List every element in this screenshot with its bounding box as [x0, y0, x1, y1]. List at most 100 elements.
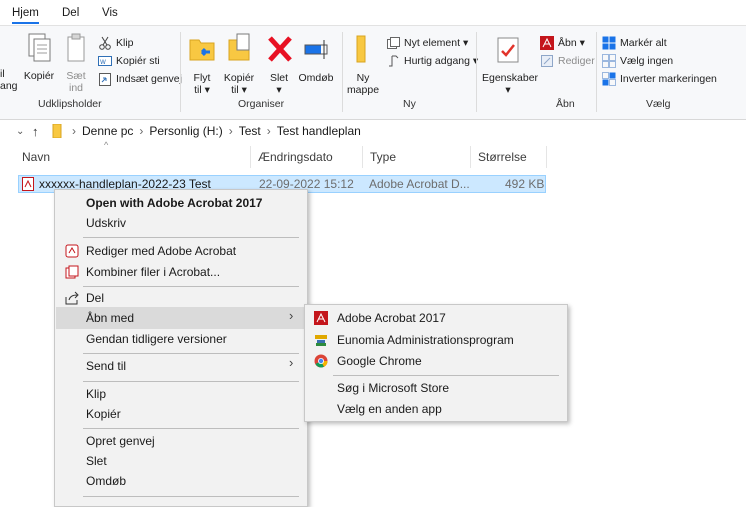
submenu-item-label: Vælg en anden app [337, 402, 442, 416]
chevron-down-icon[interactable]: ⌄ [16, 126, 24, 137]
acrobat-edit-icon [65, 244, 79, 258]
move-to-label-2: til ▾ [194, 84, 210, 96]
move-to-button[interactable]: Flyt til ▾ [188, 32, 216, 96]
tab-hjem[interactable]: Hjem [12, 4, 39, 24]
breadcrumb-item[interactable]: Test [239, 124, 261, 138]
menu-separator [83, 381, 299, 382]
menu-item-label: Klip [86, 387, 107, 401]
invert-selection-icon [602, 72, 616, 86]
menu-item-cut[interactable]: Klip [56, 383, 306, 405]
properties-label-2: ▾ [505, 84, 511, 96]
new-item-label: Nyt element ▾ [404, 37, 469, 49]
menu-item-rename[interactable]: Omdøb [56, 470, 306, 492]
menu-item-delete[interactable]: Slet [56, 450, 306, 472]
file-type: Adobe Acrobat D... [369, 177, 470, 191]
rename-icon [304, 40, 328, 59]
column-divider [546, 146, 547, 168]
folder-icon [52, 123, 62, 141]
new-folder-button[interactable]: Ny mappe [346, 32, 380, 96]
submenu-item-chrome[interactable]: Google Chrome [306, 350, 566, 372]
eunomia-icon [314, 333, 328, 347]
cut-off-button[interactable]: il ang [0, 68, 18, 92]
submenu-item-microsoft-store[interactable]: Søg i Microsoft Store [306, 377, 566, 399]
svg-text:W: W [100, 59, 106, 66]
menu-item-create-shortcut[interactable]: Opret genvej [56, 430, 306, 452]
column-divider [250, 146, 251, 168]
menu-item-open-with-acrobat[interactable]: Open with Adobe Acrobat 2017 [56, 192, 306, 214]
submenu-item-choose-app[interactable]: Vælg en anden app [306, 398, 566, 420]
menu-item-label: Åbn med [86, 311, 135, 325]
quick-access-button[interactable]: Hurtig adgang ▾ [386, 54, 478, 68]
copy-button[interactable]: Kopiér [22, 32, 56, 82]
paste-shortcut-label: Indsæt genvej [116, 73, 182, 85]
breadcrumb-item[interactable]: Denne pc [82, 124, 133, 138]
delete-button[interactable]: Slet ▾ [266, 32, 292, 96]
column-divider [362, 146, 363, 168]
breadcrumb-item[interactable]: Personlig (H:) [149, 124, 222, 138]
breadcrumb-item[interactable]: Test handleplan [277, 124, 361, 138]
menu-item-print[interactable]: Udskriv [56, 212, 306, 234]
paste-shortcut-button[interactable]: Indsæt genvej [98, 72, 182, 86]
menu-item-share[interactable]: Del [56, 287, 306, 309]
submenu-arrow-icon: › [289, 308, 294, 323]
paste-label-2: ind [68, 82, 83, 94]
paste-button[interactable]: Sæt ind [62, 32, 90, 94]
column-header-date[interactable]: Ændringsdato [258, 145, 333, 169]
submenu-item-acrobat[interactable]: Adobe Acrobat 2017 [306, 307, 566, 329]
properties-button[interactable]: Egenskaber ▾ [482, 32, 539, 96]
submenu-item-label: Adobe Acrobat 2017 [337, 311, 446, 325]
breadcrumb-separator-icon: › [72, 124, 76, 138]
copy-to-button[interactable]: Kopiér til ▾ [222, 32, 256, 96]
open-button[interactable]: Åbn ▾ [540, 36, 585, 50]
menu-item-copy[interactable]: Kopiér [56, 403, 306, 425]
edit-button[interactable]: Rediger [540, 54, 595, 68]
menu-item-open-with[interactable]: Åbn med [56, 307, 306, 329]
menu-item-edit-acrobat[interactable]: Rediger med Adobe Acrobat [56, 240, 306, 262]
chrome-icon [314, 354, 328, 368]
copy-path-button[interactable]: W Kopiér sti [98, 54, 160, 68]
move-to-label-1: Flyt [193, 72, 211, 84]
select-none-button[interactable]: Vælg ingen [602, 54, 673, 68]
menu-item-label: Kopiér [86, 407, 121, 421]
menu-separator [333, 375, 559, 376]
menu-item-label: Slet [86, 454, 107, 468]
new-item-button[interactable]: Nyt element ▾ [386, 36, 468, 50]
menu-item-restore-versions[interactable]: Gendan tidligere versioner [56, 328, 306, 350]
column-header-type[interactable]: Type [370, 145, 396, 169]
breadcrumb-separator-icon: › [139, 124, 144, 138]
paste-icon [67, 33, 85, 62]
column-header-size[interactable]: Størrelse [478, 145, 527, 169]
scissors-icon [98, 36, 112, 50]
menu-item-label: Opret genvej [86, 434, 155, 448]
open-with-submenu: Adobe Acrobat 2017 Eunomia Administratio… [304, 304, 568, 422]
delete-label-2: ▾ [276, 84, 282, 96]
group-label-organize: Organiser [238, 98, 285, 110]
submenu-item-eunomia[interactable]: Eunomia Administrationsprogram [306, 329, 566, 351]
rename-button[interactable]: Omdøb [296, 32, 336, 84]
column-header-name[interactable]: Navn [22, 145, 50, 169]
ribbon-divider [596, 32, 597, 112]
submenu-item-label: Søg i Microsoft Store [337, 381, 450, 395]
new-folder-icon [356, 35, 366, 63]
rename-label: Omdøb [298, 72, 334, 84]
tab-del[interactable]: Del [62, 4, 79, 22]
menu-item-send-to[interactable]: Send til [56, 355, 306, 377]
quick-access-icon [386, 54, 400, 68]
menu-item-combine-acrobat[interactable]: Kombiner filer i Acrobat... [56, 261, 306, 283]
copy-icon [28, 33, 51, 62]
menu-item-label: Del [86, 291, 105, 305]
new-folder-label-2: mappe [346, 84, 380, 96]
select-all-button[interactable]: Markér alt [602, 36, 667, 50]
menu-item-label: Omdøb [86, 474, 127, 488]
invert-selection-button[interactable]: Inverter markeringen [602, 72, 717, 86]
delete-x-icon [268, 36, 292, 62]
tab-vis[interactable]: Vis [102, 4, 118, 22]
menu-separator [83, 428, 299, 429]
up-arrow-icon[interactable]: ↑ [32, 124, 39, 139]
breadcrumb: › Denne pc › Personlig (H:) › Test › Tes… [72, 124, 361, 138]
select-none-label: Vælg ingen [620, 55, 674, 67]
cut-button[interactable]: Klip [98, 36, 134, 50]
properties-label-1: Egenskaber [482, 72, 539, 84]
select-all-label: Markér alt [620, 37, 667, 49]
submenu-arrow-icon: › [289, 355, 294, 370]
